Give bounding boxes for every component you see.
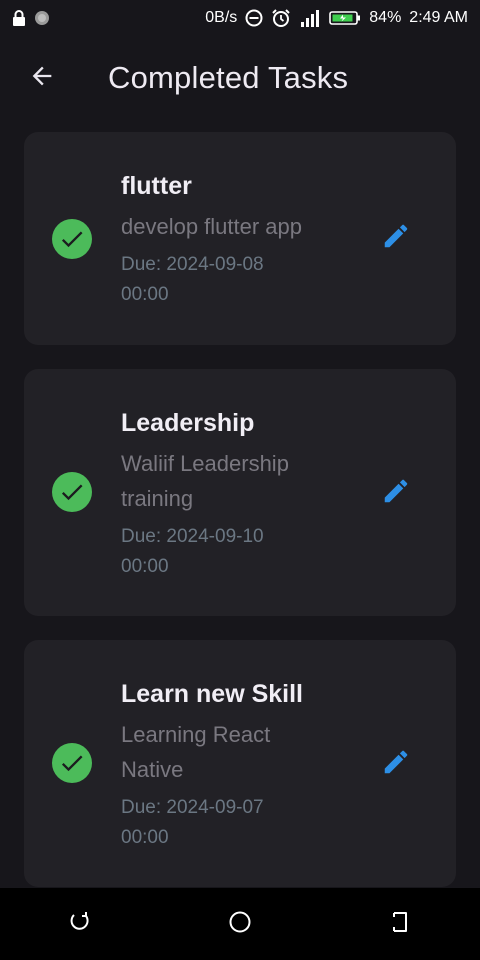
task-details: flutter develop flutter app Due: 2024-09… (121, 172, 351, 310)
task-details: Leadership Waliif Leadership training Du… (121, 409, 351, 582)
back-icon (388, 910, 412, 939)
navigation-bar (0, 888, 480, 960)
status-left (12, 10, 50, 26)
status-right: 0B/s 84% 2:49 AM (205, 8, 468, 28)
page-title: Completed Tasks (108, 60, 349, 95)
task-due-date: Due: 2024-09-10 00:00 (121, 526, 264, 577)
task-card[interactable]: Learn new Skill Learning React Native Du… (24, 640, 456, 887)
task-title: Learn new Skill (121, 680, 304, 708)
edit-button[interactable] (376, 744, 416, 784)
network-speed: 0B/s (205, 9, 238, 26)
edit-button[interactable] (376, 473, 416, 513)
task-card[interactable]: Leadership Waliif Leadership training Du… (24, 369, 456, 616)
task-description: Learning React Native (121, 722, 271, 782)
check-circle-icon (52, 219, 92, 259)
arrow-back-icon (28, 62, 56, 95)
record-icon (34, 10, 50, 26)
home-icon (228, 910, 252, 939)
lock-icon (12, 10, 26, 26)
alarm-icon (271, 8, 291, 28)
system-back-button[interactable] (376, 900, 424, 948)
edit-icon (381, 747, 411, 782)
task-title: flutter (121, 172, 192, 200)
back-button[interactable] (24, 60, 60, 96)
edit-button[interactable] (376, 218, 416, 258)
task-list: flutter develop flutter app Due: 2024-09… (24, 132, 456, 911)
check-circle-icon (52, 472, 92, 512)
task-description: Waliif Leadership training (121, 451, 289, 511)
status-bar: 0B/s 84% 2:49 AM (0, 0, 480, 36)
recents-icon (68, 910, 92, 939)
app-bar: Completed Tasks (0, 44, 480, 112)
task-title: Leadership (121, 409, 255, 437)
edit-icon (381, 476, 411, 511)
screen: 0B/s 84% 2:49 AM Completed Tasks flutter… (0, 0, 480, 960)
status-time: 2:49 AM (409, 9, 468, 26)
check-circle-icon (52, 743, 92, 783)
edit-icon (381, 221, 411, 256)
battery-percent: 84% (369, 9, 402, 26)
recents-button[interactable] (56, 900, 104, 948)
task-description: develop flutter app (121, 214, 303, 239)
task-due-date: Due: 2024-09-08 00:00 (121, 254, 264, 305)
home-button[interactable] (216, 900, 264, 948)
battery-icon (329, 10, 361, 26)
dnd-icon (245, 9, 263, 27)
task-card[interactable]: flutter develop flutter app Due: 2024-09… (24, 132, 456, 345)
task-due-date: Due: 2024-09-07 00:00 (121, 797, 264, 848)
signal-icon (299, 8, 321, 28)
task-details: Learn new Skill Learning React Native Du… (121, 680, 351, 853)
